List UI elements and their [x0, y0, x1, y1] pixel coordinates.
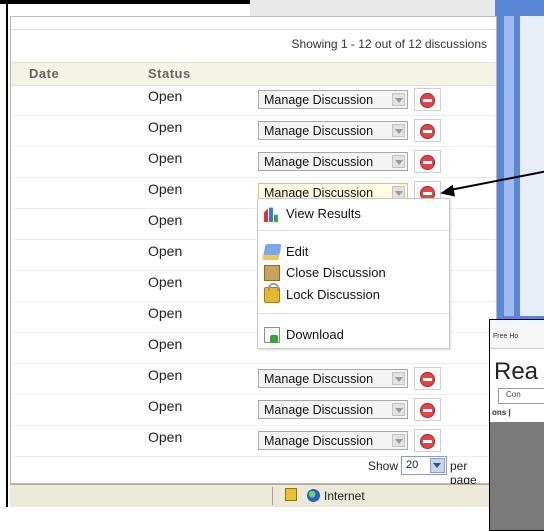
status-text: Open [148, 88, 183, 104]
frame-left-edge [6, 4, 8, 522]
chevron-down-icon[interactable] [430, 458, 445, 473]
delete-icon [420, 93, 435, 108]
inset-header: Free Ho [490, 320, 544, 349]
per-page-control: Show 20 per page [11, 455, 496, 487]
table-row: Open Manage Discussion [11, 147, 496, 178]
chevron-down-icon[interactable] [392, 372, 405, 385]
table-row: Open Manage Discussion [11, 426, 496, 457]
menu-item-label: View Results [286, 206, 361, 221]
top-strip [11, 17, 496, 30]
table-row: Open Manage Discussion [11, 364, 496, 395]
inset-nav-text: ons | [492, 408, 511, 417]
globe-icon [307, 489, 320, 502]
menu-item-close-discussion[interactable]: Close Discussion [264, 264, 444, 282]
menu-item-view-results[interactable]: View Results [264, 205, 444, 223]
download-icon [264, 327, 280, 343]
column-header-status[interactable]: Status [148, 66, 191, 81]
manage-discussion-dropdown[interactable]: Manage Discussion [258, 431, 408, 450]
menu-item-lock-discussion[interactable]: Lock Discussion [264, 283, 444, 304]
status-text: Open [148, 243, 183, 259]
bar-chart-icon [264, 207, 278, 222]
menu-separator [258, 313, 449, 314]
manage-discussion-label: Manage Discussion [264, 434, 374, 448]
pagination-summary: Showing 1 - 12 out of 12 discussions [291, 37, 487, 51]
manage-discussion-label: Manage Discussion [264, 155, 374, 169]
status-text: Open [148, 305, 183, 321]
manage-discussion-dropdown[interactable]: Manage Discussion [258, 90, 408, 109]
chevron-down-icon[interactable] [392, 124, 405, 137]
delete-icon [420, 124, 435, 139]
edit-icon [262, 244, 282, 260]
browser-status-bar: Internet [10, 484, 495, 507]
inset-tiny-text: Free Ho [493, 333, 519, 340]
manage-discussion-dropdown[interactable]: Manage Discussion [258, 369, 408, 388]
status-text: Open [148, 429, 183, 445]
menu-separator [258, 230, 449, 231]
status-divider [272, 487, 273, 505]
delete-button[interactable] [414, 88, 441, 111]
delete-button[interactable] [414, 398, 441, 421]
chevron-down-icon[interactable] [392, 434, 405, 447]
menu-item-edit[interactable]: Edit [262, 243, 444, 261]
menu-item-label: Download [286, 327, 344, 342]
manage-discussion-dropdown[interactable]: Manage Discussion [258, 400, 408, 419]
manage-discussion-label: Manage Discussion [264, 403, 374, 417]
inset-image-area [490, 422, 544, 530]
show-label: Show [368, 459, 399, 473]
security-zone: Internet [324, 489, 365, 503]
status-text: Open [148, 150, 183, 166]
delete-icon [420, 434, 435, 449]
inset-button[interactable]: Con [498, 388, 544, 404]
manage-discussion-menu: View Results Edit Close Discussion Lock … [257, 198, 450, 349]
chevron-down-icon[interactable] [392, 403, 405, 416]
manage-discussion-dropdown[interactable]: Manage Discussion [258, 121, 408, 140]
manage-discussion-label: Manage Discussion [264, 372, 374, 386]
chevron-down-icon[interactable] [392, 93, 405, 106]
table-row: Open Manage Discussion [11, 85, 496, 116]
delete-button[interactable] [414, 150, 441, 173]
per-page-value: 20 [406, 459, 419, 471]
chevron-down-icon[interactable] [392, 155, 405, 168]
menu-item-label: Close Discussion [286, 265, 386, 280]
status-text: Open [148, 274, 183, 290]
close-discussion-icon [264, 265, 280, 281]
padlock-icon [285, 488, 297, 501]
scrollbar-track[interactable] [504, 16, 514, 316]
delete-button[interactable] [414, 429, 441, 452]
inset-screenshot: Free Ho Rea Con ons | [489, 319, 544, 531]
status-text: Open [148, 119, 183, 135]
table-row: Open Manage Discussion [11, 116, 496, 147]
manage-discussion-dropdown[interactable]: Manage Discussion [258, 152, 408, 171]
table-row: Open Manage Discussion [11, 395, 496, 426]
status-text: Open [148, 212, 183, 228]
lock-icon [264, 283, 280, 303]
status-text: Open [148, 367, 183, 383]
menu-item-label: Edit [286, 244, 309, 259]
manage-discussion-label: Manage Discussion [264, 124, 374, 138]
menu-item-download[interactable]: Download [264, 326, 444, 344]
table-header: Date Status [11, 62, 496, 86]
inset-button-label: Con [506, 390, 521, 399]
status-text: Open [148, 336, 183, 352]
status-text: Open [148, 398, 183, 414]
background-window-strip [520, 16, 544, 316]
delete-icon [420, 372, 435, 387]
delete-button[interactable] [414, 119, 441, 142]
menu-item-label: Lock Discussion [286, 287, 380, 302]
delete-icon [420, 155, 435, 170]
per-page-select[interactable]: 20 [401, 456, 447, 475]
column-header-date[interactable]: Date [29, 66, 59, 81]
delete-button[interactable] [414, 367, 441, 390]
delete-icon [420, 403, 435, 418]
bottom-edge [6, 507, 496, 522]
manage-discussion-label: Manage Discussion [264, 93, 374, 107]
inset-title: Rea [494, 358, 539, 385]
status-text: Open [148, 181, 183, 197]
